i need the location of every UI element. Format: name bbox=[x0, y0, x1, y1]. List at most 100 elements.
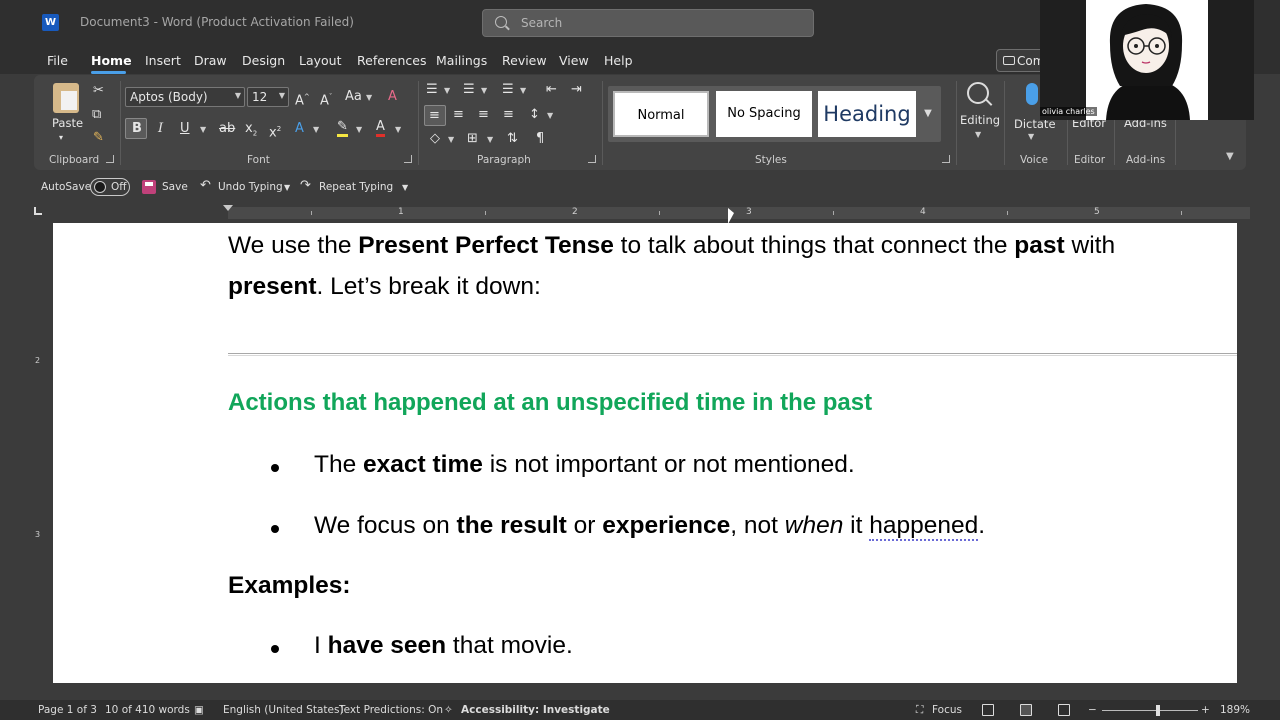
language-indicator[interactable]: English (United States) bbox=[223, 704, 344, 716]
save-button[interactable]: Save bbox=[162, 181, 188, 193]
indent-marker-icon[interactable] bbox=[223, 205, 233, 211]
editing-button-label[interactable]: Editing bbox=[960, 112, 1000, 128]
zoom-slider[interactable] bbox=[1102, 710, 1198, 711]
cut-icon[interactable]: ✂ bbox=[93, 83, 104, 99]
chevron-down-icon[interactable]: ▼ bbox=[356, 125, 362, 134]
find-icon[interactable] bbox=[967, 82, 989, 104]
format-painter-icon[interactable]: ✎ bbox=[93, 130, 104, 146]
vertical-scrollbar[interactable] bbox=[1240, 222, 1252, 700]
focus-icon[interactable]: ⛶ bbox=[916, 704, 923, 717]
undo-button[interactable]: Undo Typing bbox=[218, 181, 283, 193]
shading-icon[interactable]: ◇ bbox=[430, 131, 440, 147]
text-predictions-indicator[interactable]: Text Predictions: On bbox=[339, 704, 443, 716]
show-formatting-icon[interactable]: ¶ bbox=[536, 131, 544, 147]
autosave-toggle[interactable]: Off bbox=[90, 178, 130, 196]
print-layout-icon[interactable] bbox=[1020, 704, 1032, 716]
read-mode-icon[interactable] bbox=[982, 704, 994, 716]
tab-draw[interactable]: Draw bbox=[194, 53, 227, 68]
tab-review[interactable]: Review bbox=[502, 53, 547, 68]
tab-design[interactable]: Design bbox=[242, 53, 285, 68]
chevron-down-icon[interactable]: ▼ bbox=[395, 125, 401, 134]
chevron-down-icon[interactable]: ▼ bbox=[313, 125, 319, 134]
paste-caret-icon[interactable]: ▾ bbox=[59, 130, 63, 146]
web-layout-icon[interactable] bbox=[1058, 704, 1070, 716]
clipboard-launcher-icon[interactable] bbox=[106, 155, 114, 163]
superscript-icon[interactable]: x2 bbox=[269, 121, 281, 141]
proofing-icon[interactable]: ▣ bbox=[194, 704, 204, 716]
bullets-icon[interactable]: ☰ bbox=[426, 82, 438, 98]
clear-formatting-icon[interactable]: A bbox=[388, 89, 397, 105]
chevron-down-icon[interactable]: ▼ bbox=[520, 86, 526, 95]
style-no-spacing[interactable]: No Spacing bbox=[716, 91, 812, 137]
tab-view[interactable]: View bbox=[559, 53, 589, 68]
justify-icon[interactable]: ≡ bbox=[503, 107, 514, 123]
chevron-down-icon[interactable]: ▼ bbox=[200, 125, 206, 134]
comments-button[interactable]: Com bbox=[996, 49, 1046, 72]
paragraph-launcher-icon[interactable] bbox=[588, 155, 596, 163]
numbering-icon[interactable]: ☰ bbox=[463, 82, 475, 98]
tab-insert[interactable]: Insert bbox=[145, 53, 181, 68]
bold-button[interactable]: B bbox=[125, 118, 147, 139]
repeat-button[interactable]: Repeat Typing bbox=[319, 181, 393, 193]
zoom-level[interactable]: 189% bbox=[1220, 704, 1250, 716]
document-page[interactable]: We use the Present Perfect Tense to talk… bbox=[53, 223, 1237, 683]
text-effects-icon[interactable]: A bbox=[295, 121, 304, 137]
tab-references[interactable]: References bbox=[357, 53, 426, 68]
grammar-flagged-word[interactable]: happened bbox=[869, 512, 979, 541]
accessibility-indicator[interactable]: Accessibility: Investigate bbox=[461, 704, 610, 716]
sort-icon[interactable]: ⇅ bbox=[507, 131, 518, 147]
tab-help[interactable]: Help bbox=[604, 53, 633, 68]
tab-layout[interactable]: Layout bbox=[299, 53, 342, 68]
accessibility-icon[interactable]: ✧ bbox=[444, 704, 453, 716]
multilevel-list-icon[interactable]: ☰ bbox=[502, 82, 514, 98]
zoom-slider-thumb[interactable] bbox=[1156, 705, 1160, 716]
customize-qat-chevron-icon[interactable]: ▼ bbox=[402, 183, 408, 192]
chevron-down-icon[interactable]: ▼ bbox=[284, 183, 290, 192]
chevron-down-icon[interactable]: ▼ bbox=[444, 86, 450, 95]
repeat-icon[interactable]: ↷ bbox=[300, 178, 311, 193]
copy-icon[interactable]: ⧉ bbox=[92, 107, 101, 123]
zoom-out-icon[interactable]: − bbox=[1088, 704, 1097, 716]
align-right-icon[interactable]: ≡ bbox=[478, 107, 489, 123]
undo-icon[interactable]: ↶ bbox=[200, 178, 211, 193]
chevron-down-icon[interactable]: ▼ bbox=[448, 135, 454, 144]
focus-button[interactable]: Focus bbox=[932, 704, 962, 716]
microphone-icon[interactable] bbox=[1026, 83, 1038, 105]
underline-icon[interactable]: U bbox=[180, 121, 190, 137]
search-box[interactable]: Search bbox=[482, 9, 814, 37]
highlight-icon[interactable]: ✎ bbox=[337, 120, 348, 137]
zoom-in-icon[interactable]: + bbox=[1201, 704, 1210, 716]
ribbon-options-chevron-icon[interactable]: ▼ bbox=[1226, 151, 1234, 162]
strikethrough-icon[interactable]: ab bbox=[219, 121, 235, 137]
chevron-down-icon[interactable]: ▼ bbox=[487, 135, 493, 144]
change-case-icon[interactable]: Aa bbox=[345, 89, 362, 105]
tab-file[interactable]: File bbox=[47, 53, 68, 68]
align-left-button[interactable]: ≡ bbox=[424, 105, 446, 126]
styles-more-icon[interactable]: ▼ bbox=[920, 91, 936, 137]
paste-icon[interactable] bbox=[53, 83, 79, 113]
chevron-down-icon[interactable]: ▼ bbox=[1028, 132, 1034, 141]
horizontal-ruler[interactable]: 1 2 3 4 5 bbox=[32, 205, 1250, 221]
style-heading[interactable]: Heading bbox=[818, 91, 916, 137]
save-icon[interactable] bbox=[142, 180, 156, 194]
chevron-down-icon[interactable]: ▼ bbox=[975, 130, 981, 139]
line-spacing-icon[interactable]: ↕ bbox=[529, 107, 540, 123]
align-center-icon[interactable]: ≡ bbox=[453, 107, 464, 123]
decrease-indent-icon[interactable]: ⇤ bbox=[546, 82, 557, 98]
font-size-select[interactable]: 12 ▼ bbox=[247, 87, 289, 107]
chevron-down-icon[interactable]: ▼ bbox=[366, 93, 372, 102]
increase-indent-icon[interactable]: ⇥ bbox=[571, 82, 582, 98]
font-color-icon[interactable]: A bbox=[376, 120, 385, 137]
paste-button-label[interactable]: Paste bbox=[52, 116, 83, 130]
search-placeholder[interactable]: Search bbox=[521, 16, 562, 30]
grow-font-icon[interactable]: A^ bbox=[295, 89, 310, 109]
styles-launcher-icon[interactable] bbox=[942, 155, 950, 163]
italic-icon[interactable]: I bbox=[158, 121, 163, 137]
tab-selector-icon[interactable] bbox=[34, 207, 42, 215]
subscript-icon[interactable]: x2 bbox=[245, 121, 257, 142]
page-indicator[interactable]: Page 1 of 3 bbox=[38, 704, 97, 716]
borders-icon[interactable]: ⊞ bbox=[467, 131, 478, 147]
style-normal[interactable]: Normal bbox=[613, 91, 709, 137]
chevron-down-icon[interactable]: ▼ bbox=[481, 86, 487, 95]
shrink-font-icon[interactable]: Aˇ bbox=[320, 89, 332, 109]
